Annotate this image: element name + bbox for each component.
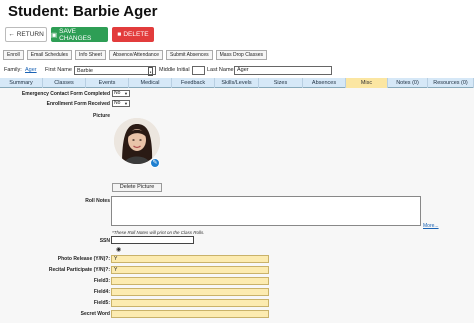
delete-picture-button[interactable]: Delete Picture: [112, 183, 162, 192]
student-page: Student: Barbie Ager ← RETURN ▣ SAVE CHA…: [0, 0, 474, 323]
tab-summary[interactable]: Summary: [0, 78, 43, 88]
chevron-down-icon: ▼: [124, 91, 128, 96]
enrollment-form-select[interactable]: No ▼: [112, 100, 130, 107]
tab-feedback[interactable]: Feedback: [172, 78, 215, 88]
subnav-submit-absences[interactable]: Submit Absences: [166, 50, 213, 60]
save-button-label: SAVE CHANGES: [59, 27, 92, 42]
field4-label: Field4:: [93, 289, 110, 295]
first-name-label: First Name: [45, 67, 72, 73]
save-icon: ▣: [51, 31, 58, 39]
emergency-form-select[interactable]: No ▼: [112, 90, 130, 97]
tab-classes[interactable]: Classes: [43, 78, 86, 88]
first-name-value: Barbie: [77, 68, 93, 74]
tab-misc[interactable]: Misc: [346, 78, 388, 88]
chevron-down-icon: ▼: [124, 101, 128, 106]
arrow-left-icon: ←: [8, 31, 15, 38]
last-name-label: Last Name: [207, 67, 234, 73]
middle-initial-label: Middle Initial: [159, 67, 190, 73]
delete-button-label: DELETE: [123, 31, 149, 38]
recital-participate-input[interactable]: Y: [111, 266, 269, 274]
misc-panel: Emergency Contact Form Completed No ▼ En…: [0, 88, 474, 323]
search-icon[interactable]: ●: [148, 67, 153, 76]
more-link[interactable]: More...: [423, 223, 439, 229]
roll-notes-label: Roll Notes: [85, 198, 110, 204]
subnav-email-schedules[interactable]: Email Schedules: [26, 50, 73, 60]
field4-input[interactable]: [111, 288, 269, 296]
photo-release-input[interactable]: Y: [111, 255, 269, 263]
photo-release-label: Photo Release (Y/N)?:: [57, 256, 110, 262]
last-name-field[interactable]: Ager: [234, 66, 332, 75]
middle-initial-field[interactable]: [192, 66, 205, 75]
subnav-absence-attendance[interactable]: Absence/Attendance: [108, 50, 163, 60]
name-row: Family: Ager First Name Barbie ● Middle …: [0, 66, 474, 76]
subnav-mass-drop-classes[interactable]: Mass Drop Classes: [215, 50, 267, 60]
family-link[interactable]: Ager: [25, 66, 37, 75]
roll-notes-hint: *These Roll Notes will print on the Clas…: [112, 230, 205, 235]
eye-icon[interactable]: ◉: [116, 246, 121, 253]
ssn-input[interactable]: [111, 236, 194, 244]
tab-notes[interactable]: Notes (0): [388, 78, 428, 88]
emergency-form-value: No: [114, 90, 121, 96]
emergency-form-label: Emergency Contact Form Completed: [21, 91, 110, 97]
secret-word-input[interactable]: [111, 310, 269, 318]
subnav: Enroll Email Schedules Info Sheet Absenc…: [0, 50, 267, 60]
return-button-label: RETURN: [16, 31, 44, 38]
enrollment-form-label: Enrollment Form Received: [46, 101, 110, 107]
secret-word-label: Secret Word: [80, 311, 110, 317]
tab-resources[interactable]: Resources (0): [428, 78, 474, 88]
delete-button[interactable]: ■ DELETE: [112, 27, 154, 42]
tab-events[interactable]: Events: [86, 78, 129, 88]
picture-label: Picture: [93, 113, 110, 119]
subnav-enroll[interactable]: Enroll: [3, 50, 24, 60]
field3-label: Field3:: [93, 278, 110, 284]
save-changes-button[interactable]: ▣ SAVE CHANGES: [51, 27, 108, 42]
field5-input[interactable]: [111, 299, 269, 307]
student-tabs: Summary Classes Events Medical Feedback …: [0, 78, 474, 88]
pencil-icon[interactable]: ✎: [150, 158, 160, 168]
family-label: Family:: [4, 67, 22, 73]
tab-skills-levels[interactable]: Skills/Levels: [215, 78, 259, 88]
return-button[interactable]: ← RETURN: [5, 27, 47, 42]
enrollment-form-value: No: [114, 100, 121, 106]
recital-participate-label: Recital Participate (Y/N)?:: [48, 267, 110, 273]
tab-absences[interactable]: Absences: [303, 78, 346, 88]
tab-sizes[interactable]: Sizes: [259, 78, 303, 88]
subnav-info-sheet[interactable]: Info Sheet: [75, 50, 106, 60]
first-name-field[interactable]: Barbie ●: [74, 66, 156, 76]
roll-notes-textarea[interactable]: [111, 196, 421, 226]
page-title: Student: Barbie Ager: [8, 3, 158, 20]
field3-input[interactable]: [111, 277, 269, 285]
ssn-label: SSN: [99, 238, 110, 244]
trash-icon: ■: [117, 31, 122, 38]
tab-medical[interactable]: Medical: [129, 78, 172, 88]
field5-label: Field5:: [93, 300, 110, 306]
